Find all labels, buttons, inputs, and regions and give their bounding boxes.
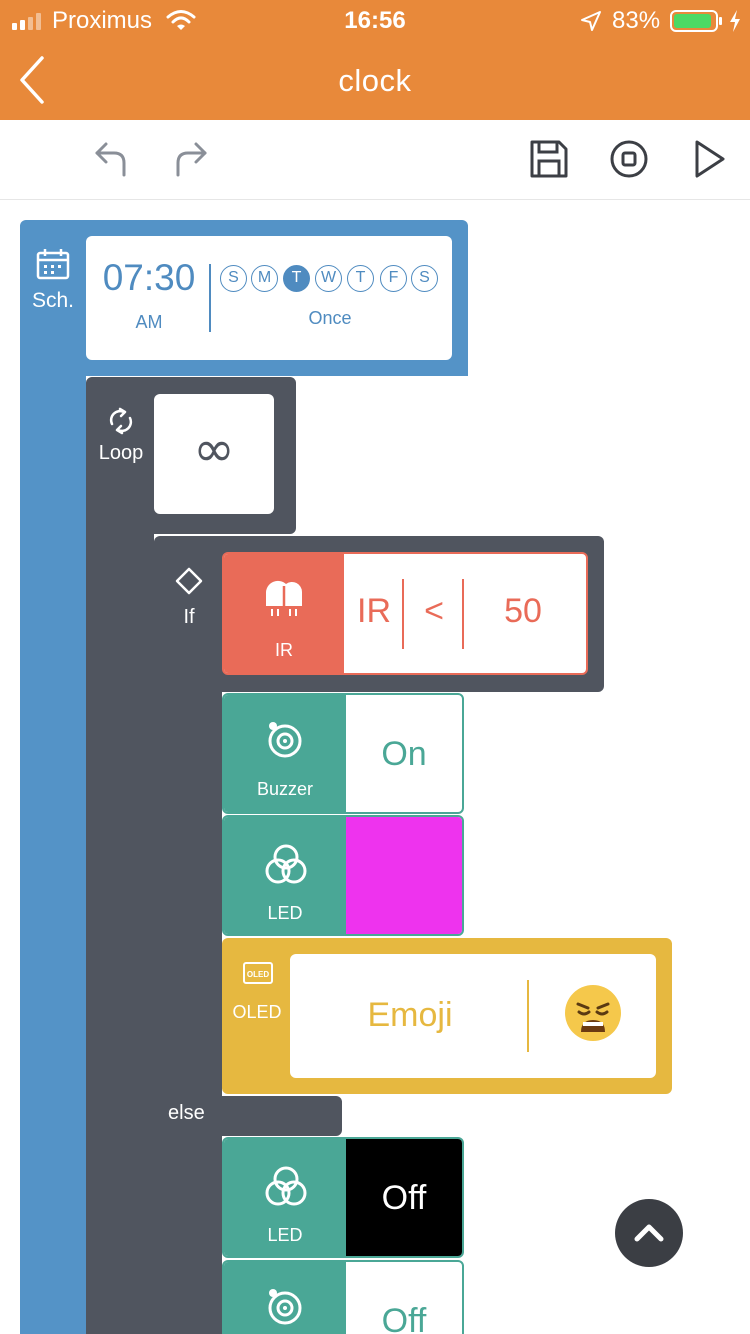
charging-icon	[728, 9, 742, 33]
loop-block-spine	[86, 520, 154, 1334]
led-label: LED	[267, 903, 303, 923]
scroll-top-button[interactable]	[615, 1199, 683, 1267]
buzzer-label: Buzzer	[256, 779, 314, 799]
led-action-block[interactable]: LED	[222, 815, 464, 936]
save-button[interactable]	[529, 139, 569, 179]
buzzer-icon	[266, 1286, 304, 1326]
save-icon	[530, 140, 568, 178]
led-off-value: Off	[381, 1179, 427, 1217]
ir-sensor-label: IR	[275, 640, 293, 660]
schedule-block-spine	[20, 370, 86, 1334]
stop-button[interactable]	[609, 139, 649, 179]
buzzer-icon	[266, 719, 304, 759]
oled-label: OLED	[232, 1002, 282, 1022]
battery-percent: 83%	[612, 7, 661, 34]
schedule-ampm: AM	[135, 312, 163, 332]
led-icon	[264, 843, 308, 885]
redo-button[interactable]	[170, 138, 210, 178]
led-off-action-block[interactable]: LED Off	[222, 1137, 464, 1258]
page-title: clock	[338, 63, 412, 98]
led-color-swatch[interactable]	[346, 817, 462, 934]
chevron-up-icon	[634, 1224, 664, 1242]
oled-icon: OLED	[243, 962, 273, 984]
day-s1[interactable]: S	[220, 265, 247, 292]
day-w[interactable]: W	[315, 265, 342, 292]
if-block-spine	[154, 680, 222, 1334]
infinity-value: ∞	[193, 420, 235, 478]
led-icon	[264, 1165, 308, 1207]
schedule-divider	[209, 264, 211, 332]
day-t1[interactable]: T	[283, 265, 310, 292]
redo-icon	[176, 142, 207, 177]
location-icon	[580, 10, 602, 32]
ir-condition-block[interactable]: IR IR < 50	[222, 552, 588, 675]
schedule-label: Sch.	[31, 289, 75, 312]
day-t2[interactable]: T	[347, 265, 374, 292]
loop-icon	[106, 406, 136, 436]
if-label: If	[183, 606, 195, 628]
oled-icon-text: OLED	[247, 970, 269, 979]
day-s2[interactable]: S	[411, 265, 438, 292]
ir-operand[interactable]: IR	[348, 592, 400, 631]
calendar-icon	[36, 248, 70, 280]
buzzer-action-block[interactable]: Buzzer On	[222, 693, 464, 814]
schedule-repeat: Once	[308, 308, 352, 328]
oled-mode[interactable]: Emoji	[300, 996, 520, 1035]
stop-icon	[610, 140, 648, 178]
play-button[interactable]	[691, 139, 731, 179]
ir-sensor-icon	[264, 576, 304, 618]
day-f[interactable]: F	[380, 265, 407, 292]
battery-icon	[670, 9, 724, 33]
buzzer-value[interactable]: On	[346, 735, 462, 774]
ir-operator[interactable]: <	[406, 592, 462, 631]
day-m[interactable]: M	[251, 265, 278, 292]
buzzer-off-action-block[interactable]: Off	[222, 1260, 464, 1334]
else-label: else	[168, 1102, 205, 1124]
ir-threshold[interactable]: 50	[468, 592, 578, 631]
loop-label: Loop	[98, 442, 144, 464]
operator-divider	[462, 579, 464, 649]
led-off-label: LED	[267, 1225, 303, 1245]
undo-icon	[95, 142, 126, 177]
operand-divider	[402, 579, 404, 649]
oled-divider	[527, 980, 529, 1052]
schedule-time: 07:30	[102, 257, 196, 298]
play-icon	[695, 140, 725, 178]
diamond-icon	[174, 566, 204, 596]
emoji-icon[interactable]	[564, 984, 622, 1042]
buzzer-off-value[interactable]: Off	[346, 1302, 462, 1334]
undo-button[interactable]	[92, 138, 132, 178]
